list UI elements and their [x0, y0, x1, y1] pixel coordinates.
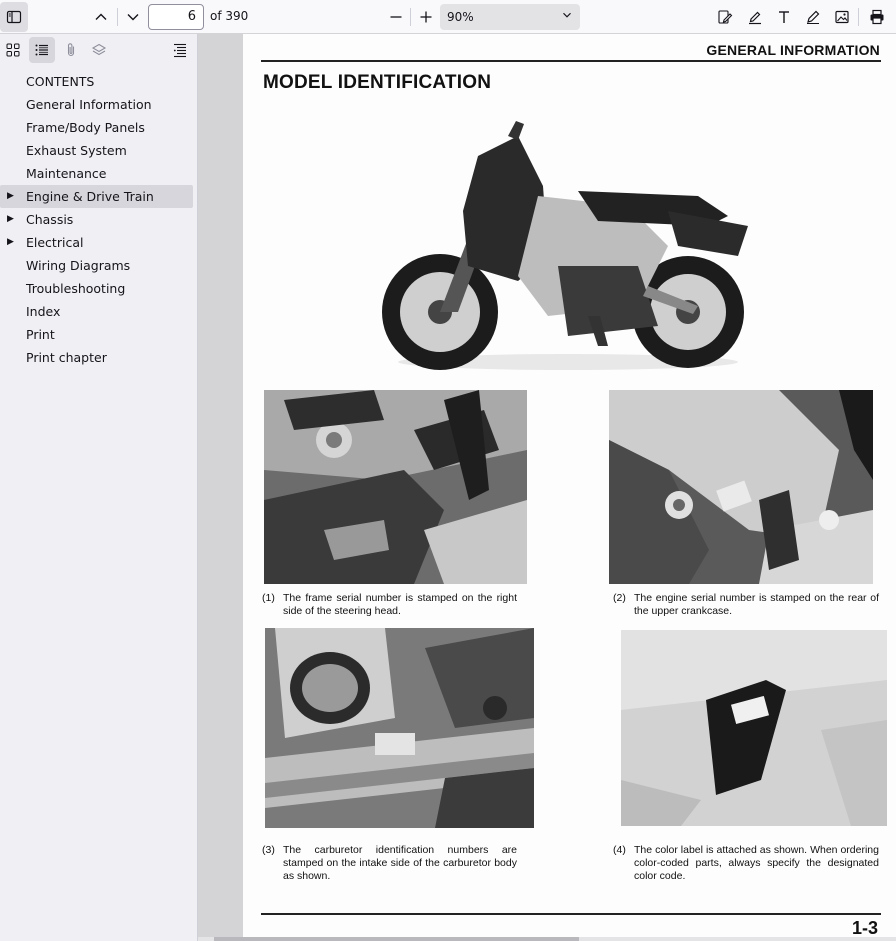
outline-item-contents[interactable]: CONTENTS [0, 70, 197, 93]
pdf-toolbar: 6 of 390 90% [0, 0, 896, 34]
outline-item-label: Troubleshooting [26, 281, 126, 296]
thumbnails-view-button[interactable] [0, 37, 26, 63]
outline-item-label: Frame/Body Panels [26, 120, 145, 135]
header-rule [261, 60, 881, 62]
caption-number: (4) [613, 844, 626, 856]
layers-view-button[interactable] [86, 37, 112, 63]
expand-triangle-icon[interactable]: ▶ [7, 208, 14, 231]
add-image-button[interactable] [829, 4, 855, 30]
toolbar-divider [858, 8, 859, 26]
caption-carburetor: (3) The carburetor identification number… [262, 844, 517, 883]
outline-item-label: Print chapter [26, 350, 107, 365]
outline-item-electrical[interactable]: ▶ Electrical [0, 231, 197, 254]
previous-page-button[interactable] [88, 4, 114, 30]
outline-item-print[interactable]: Print [0, 323, 197, 346]
page-number-input[interactable]: 6 [148, 4, 204, 30]
sidebar-icon [6, 10, 22, 24]
carburetor-photo [265, 628, 534, 828]
caption-engine-serial: (2) The engine serial number is stamped … [613, 592, 879, 618]
expand-triangle-icon[interactable]: ▶ [7, 231, 14, 254]
frame-serial-photo [264, 390, 527, 584]
zoom-value: 90% [447, 10, 474, 24]
print-button[interactable] [864, 4, 890, 30]
highlight-button[interactable] [742, 4, 768, 30]
outline-tree: CONTENTS General Information Frame/Body … [0, 70, 197, 369]
minus-icon [390, 16, 402, 18]
caption-frame-serial: (1) The frame serial number is stamped o… [262, 592, 517, 618]
page-count-label: of 390 [210, 9, 249, 23]
outline-item-label: Index [26, 304, 61, 319]
list-icon [35, 44, 48, 56]
outline-item-frame-body-panels[interactable]: Frame/Body Panels [0, 116, 197, 139]
outline-item-chassis[interactable]: ▶ Chassis [0, 208, 197, 231]
zoom-select[interactable]: 90% [440, 4, 580, 30]
image-icon [835, 10, 849, 24]
outline-nested-icon [173, 43, 186, 58]
chevron-up-icon [95, 13, 107, 20]
plus-icon [420, 11, 432, 23]
outline-item-label: Exhaust System [26, 143, 127, 158]
outline-item-label: Engine & Drive Train [26, 189, 154, 204]
footer-rule [261, 913, 881, 915]
scrollbar-thumb[interactable] [214, 937, 579, 941]
caption-number: (3) [262, 844, 275, 856]
engine-serial-photo [609, 390, 873, 584]
chevron-down-icon [560, 5, 574, 31]
outline-item-troubleshooting[interactable]: Troubleshooting [0, 277, 197, 300]
outline-item-print-chapter[interactable]: Print chapter [0, 346, 197, 369]
outline-item-general-information[interactable]: General Information [0, 93, 197, 116]
outline-item-label: Wiring Diagrams [26, 258, 131, 273]
pdf-page: GENERAL INFORMATION MODEL IDENTIFICATION [243, 34, 896, 937]
layers-icon [91, 43, 107, 56]
text-icon [779, 11, 789, 23]
current-outline-item-button[interactable] [167, 37, 193, 63]
page-number: 1-3 [851, 918, 878, 937]
zoom-in-button[interactable] [413, 4, 439, 30]
sidebar-toggle-button[interactable] [0, 2, 28, 32]
outline-item-maintenance[interactable]: Maintenance [0, 162, 197, 185]
attachments-view-button[interactable] [58, 37, 84, 63]
sidebar: CONTENTS General Information Frame/Body … [0, 34, 198, 941]
outline-item-label: CONTENTS [26, 74, 95, 89]
outline-view-button[interactable] [29, 37, 55, 63]
motorcycle-photo [368, 116, 768, 374]
color-label-photo [621, 630, 887, 826]
page-title: MODEL IDENTIFICATION [263, 72, 492, 93]
caption-text: The carburetor identification numbers ar… [283, 844, 517, 882]
toolbar-divider [410, 8, 411, 26]
outline-item-label: Maintenance [26, 166, 107, 181]
signature-icon [718, 10, 733, 24]
outline-item-exhaust-system[interactable]: Exhaust System [0, 139, 197, 162]
outline-item-engine-drive-train[interactable]: ▶ Engine & Drive Train [0, 185, 193, 208]
caption-text: The engine serial number is stamped on t… [634, 592, 879, 617]
caption-text: The frame serial number is stamped on th… [283, 592, 517, 617]
draw-button[interactable] [800, 4, 826, 30]
caption-color-label: (4) The color label is attached as shown… [613, 844, 879, 883]
zoom-out-button[interactable] [383, 4, 409, 30]
outline-item-wiring-diagrams[interactable]: Wiring Diagrams [0, 254, 197, 277]
outline-item-label: Chassis [26, 212, 74, 227]
document-viewer[interactable]: GENERAL INFORMATION MODEL IDENTIFICATION [198, 34, 896, 941]
sign-button[interactable] [712, 4, 738, 30]
toolbar-divider [117, 8, 118, 26]
outline-item-label: Electrical [26, 235, 84, 250]
printer-icon [870, 9, 884, 25]
caption-text: The color label is attached as shown. Wh… [634, 844, 879, 882]
add-text-button[interactable] [771, 4, 797, 30]
pen-icon [807, 10, 820, 24]
paperclip-icon [67, 43, 75, 57]
sidebar-toolbar [0, 34, 197, 66]
chevron-down-icon [127, 14, 139, 21]
caption-number: (2) [613, 592, 626, 604]
page-header: GENERAL INFORMATION [706, 42, 880, 58]
expand-triangle-icon[interactable]: ▶ [7, 185, 14, 208]
outline-item-label: General Information [26, 97, 152, 112]
highlighter-icon [749, 11, 761, 25]
grid-icon [6, 43, 20, 57]
outline-item-index[interactable]: Index [0, 300, 197, 323]
caption-number: (1) [262, 592, 275, 604]
horizontal-scrollbar[interactable] [198, 937, 896, 941]
outline-item-label: Print [26, 327, 55, 342]
next-page-button[interactable] [120, 4, 146, 30]
